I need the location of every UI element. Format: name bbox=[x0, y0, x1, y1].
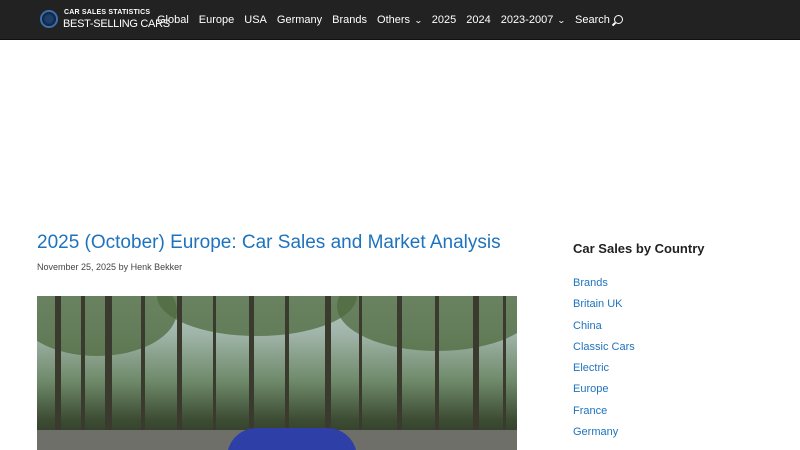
nav-label: USA bbox=[244, 14, 267, 26]
nav-label: Germany bbox=[276, 14, 323, 26]
sidebar-link-britain-uk[interactable]: Britain UK bbox=[573, 298, 635, 319]
search-label: Search bbox=[575, 14, 610, 26]
article-author[interactable]: Henk Bekker bbox=[131, 262, 183, 272]
main-menu: Global Europe USA Germany Brands Others ⌄… bbox=[152, 0, 628, 40]
tree-trunk bbox=[397, 296, 402, 450]
nav-label: Brands bbox=[332, 14, 368, 26]
sidebar-link-china[interactable]: China bbox=[573, 320, 635, 341]
nav-item-europe[interactable]: Europe bbox=[194, 0, 239, 40]
article-date[interactable]: November 25, 2025 bbox=[37, 262, 116, 272]
tree-trunk bbox=[325, 296, 331, 450]
tree-trunk bbox=[249, 296, 254, 450]
nav-label: 2023-2007 bbox=[500, 14, 554, 26]
nav-item-germany[interactable]: Germany bbox=[272, 0, 327, 40]
byline-prefix: by bbox=[118, 262, 129, 272]
chevron-down-icon: ⌄ bbox=[557, 15, 567, 25]
tree-trunk bbox=[359, 296, 362, 450]
nav-item-others[interactable]: Others ⌄ bbox=[372, 0, 427, 40]
tree-trunk bbox=[177, 296, 182, 450]
tree-trunk bbox=[55, 296, 61, 450]
logo-tagline: CAR SALES STATISTICS bbox=[64, 9, 151, 16]
car bbox=[227, 428, 357, 450]
nav-item-brands[interactable]: Brands bbox=[327, 0, 372, 40]
nav-label: 2025 bbox=[431, 14, 457, 26]
tree-trunk bbox=[285, 296, 289, 450]
nav-item-2025[interactable]: 2025 bbox=[427, 0, 461, 40]
chevron-down-icon: ⌄ bbox=[414, 15, 423, 25]
nav-label: Others bbox=[377, 14, 411, 26]
nav-label: Europe bbox=[198, 14, 235, 26]
nav-item-2024[interactable]: 2024 bbox=[461, 0, 495, 40]
search-button[interactable]: Search bbox=[570, 0, 628, 40]
tree-trunk bbox=[473, 296, 479, 450]
sidebar-link-brands[interactable]: Brands bbox=[573, 277, 635, 298]
tree-trunk bbox=[81, 296, 85, 450]
sidebar-link-france[interactable]: France bbox=[573, 405, 635, 426]
country-list: Brands Britain UK China Classic Cars Ele… bbox=[573, 277, 635, 447]
tree-trunk bbox=[435, 296, 439, 450]
sidebar-link-electric[interactable]: Electric bbox=[573, 362, 635, 383]
foliage bbox=[337, 296, 517, 351]
article-title[interactable]: 2025 (October) Europe: Car Sales and Mar… bbox=[37, 232, 501, 254]
article-meta: November 25, 2025 by Henk Bekker bbox=[37, 262, 182, 272]
nav-item-usa[interactable]: USA bbox=[239, 0, 272, 40]
tree-trunk bbox=[503, 296, 506, 450]
tree-trunk bbox=[141, 296, 145, 450]
sidebar-title: Car Sales by Country bbox=[573, 241, 705, 256]
article-hero-image[interactable] bbox=[37, 296, 517, 450]
nav-item-2023-2007[interactable]: 2023-2007 ⌄ bbox=[496, 0, 570, 40]
top-navigation-bar: CAR SALES STATISTICS BEST-SELLING CARS G… bbox=[0, 0, 800, 40]
sidebar-link-europe[interactable]: Europe bbox=[573, 383, 635, 404]
globe-icon bbox=[40, 10, 58, 28]
sidebar-link-germany[interactable]: Germany bbox=[573, 426, 635, 447]
nav-item-global[interactable]: Global bbox=[152, 0, 194, 40]
nav-label: 2024 bbox=[466, 14, 491, 26]
sidebar-link-classic-cars[interactable]: Classic Cars bbox=[573, 341, 635, 362]
tree-trunk bbox=[213, 296, 216, 450]
nav-label: Global bbox=[157, 14, 189, 26]
search-icon bbox=[613, 14, 623, 24]
tree-trunk bbox=[105, 296, 112, 450]
site-logo[interactable]: CAR SALES STATISTICS BEST-SELLING CARS bbox=[40, 8, 170, 32]
